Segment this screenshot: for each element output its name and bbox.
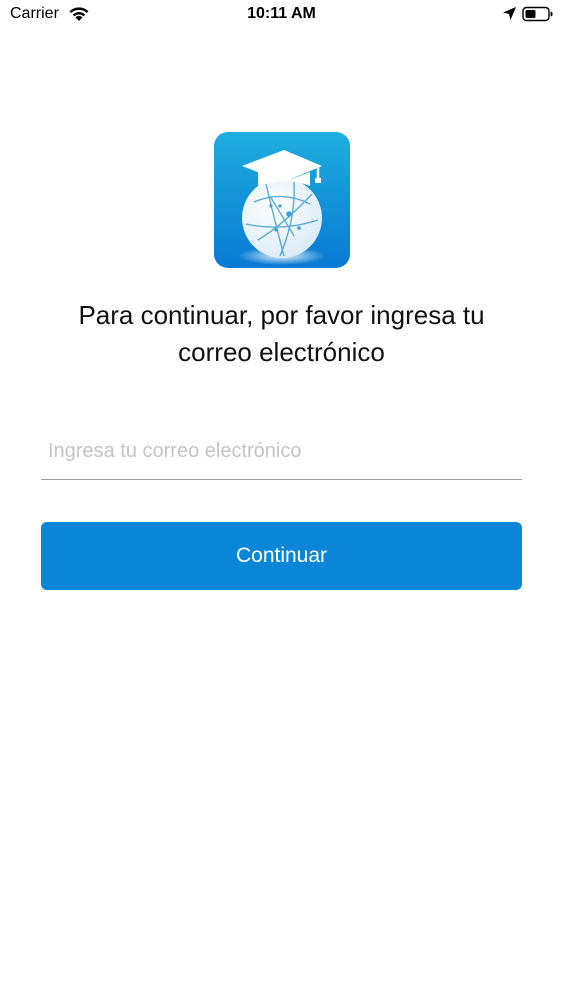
continue-button[interactable]: Continuar [41,522,522,590]
status-time: 10:11 AM [247,5,316,22]
graduation-cap-globe-icon [214,132,350,268]
instruction-text: Para continuar, por favor ingresa tu cor… [78,300,485,367]
app-logo [214,132,350,268]
email-input[interactable] [41,424,522,480]
location-arrow-icon [503,7,516,20]
status-bar: Carrier 10:11 AM [0,0,563,30]
battery-icon [522,6,553,22]
